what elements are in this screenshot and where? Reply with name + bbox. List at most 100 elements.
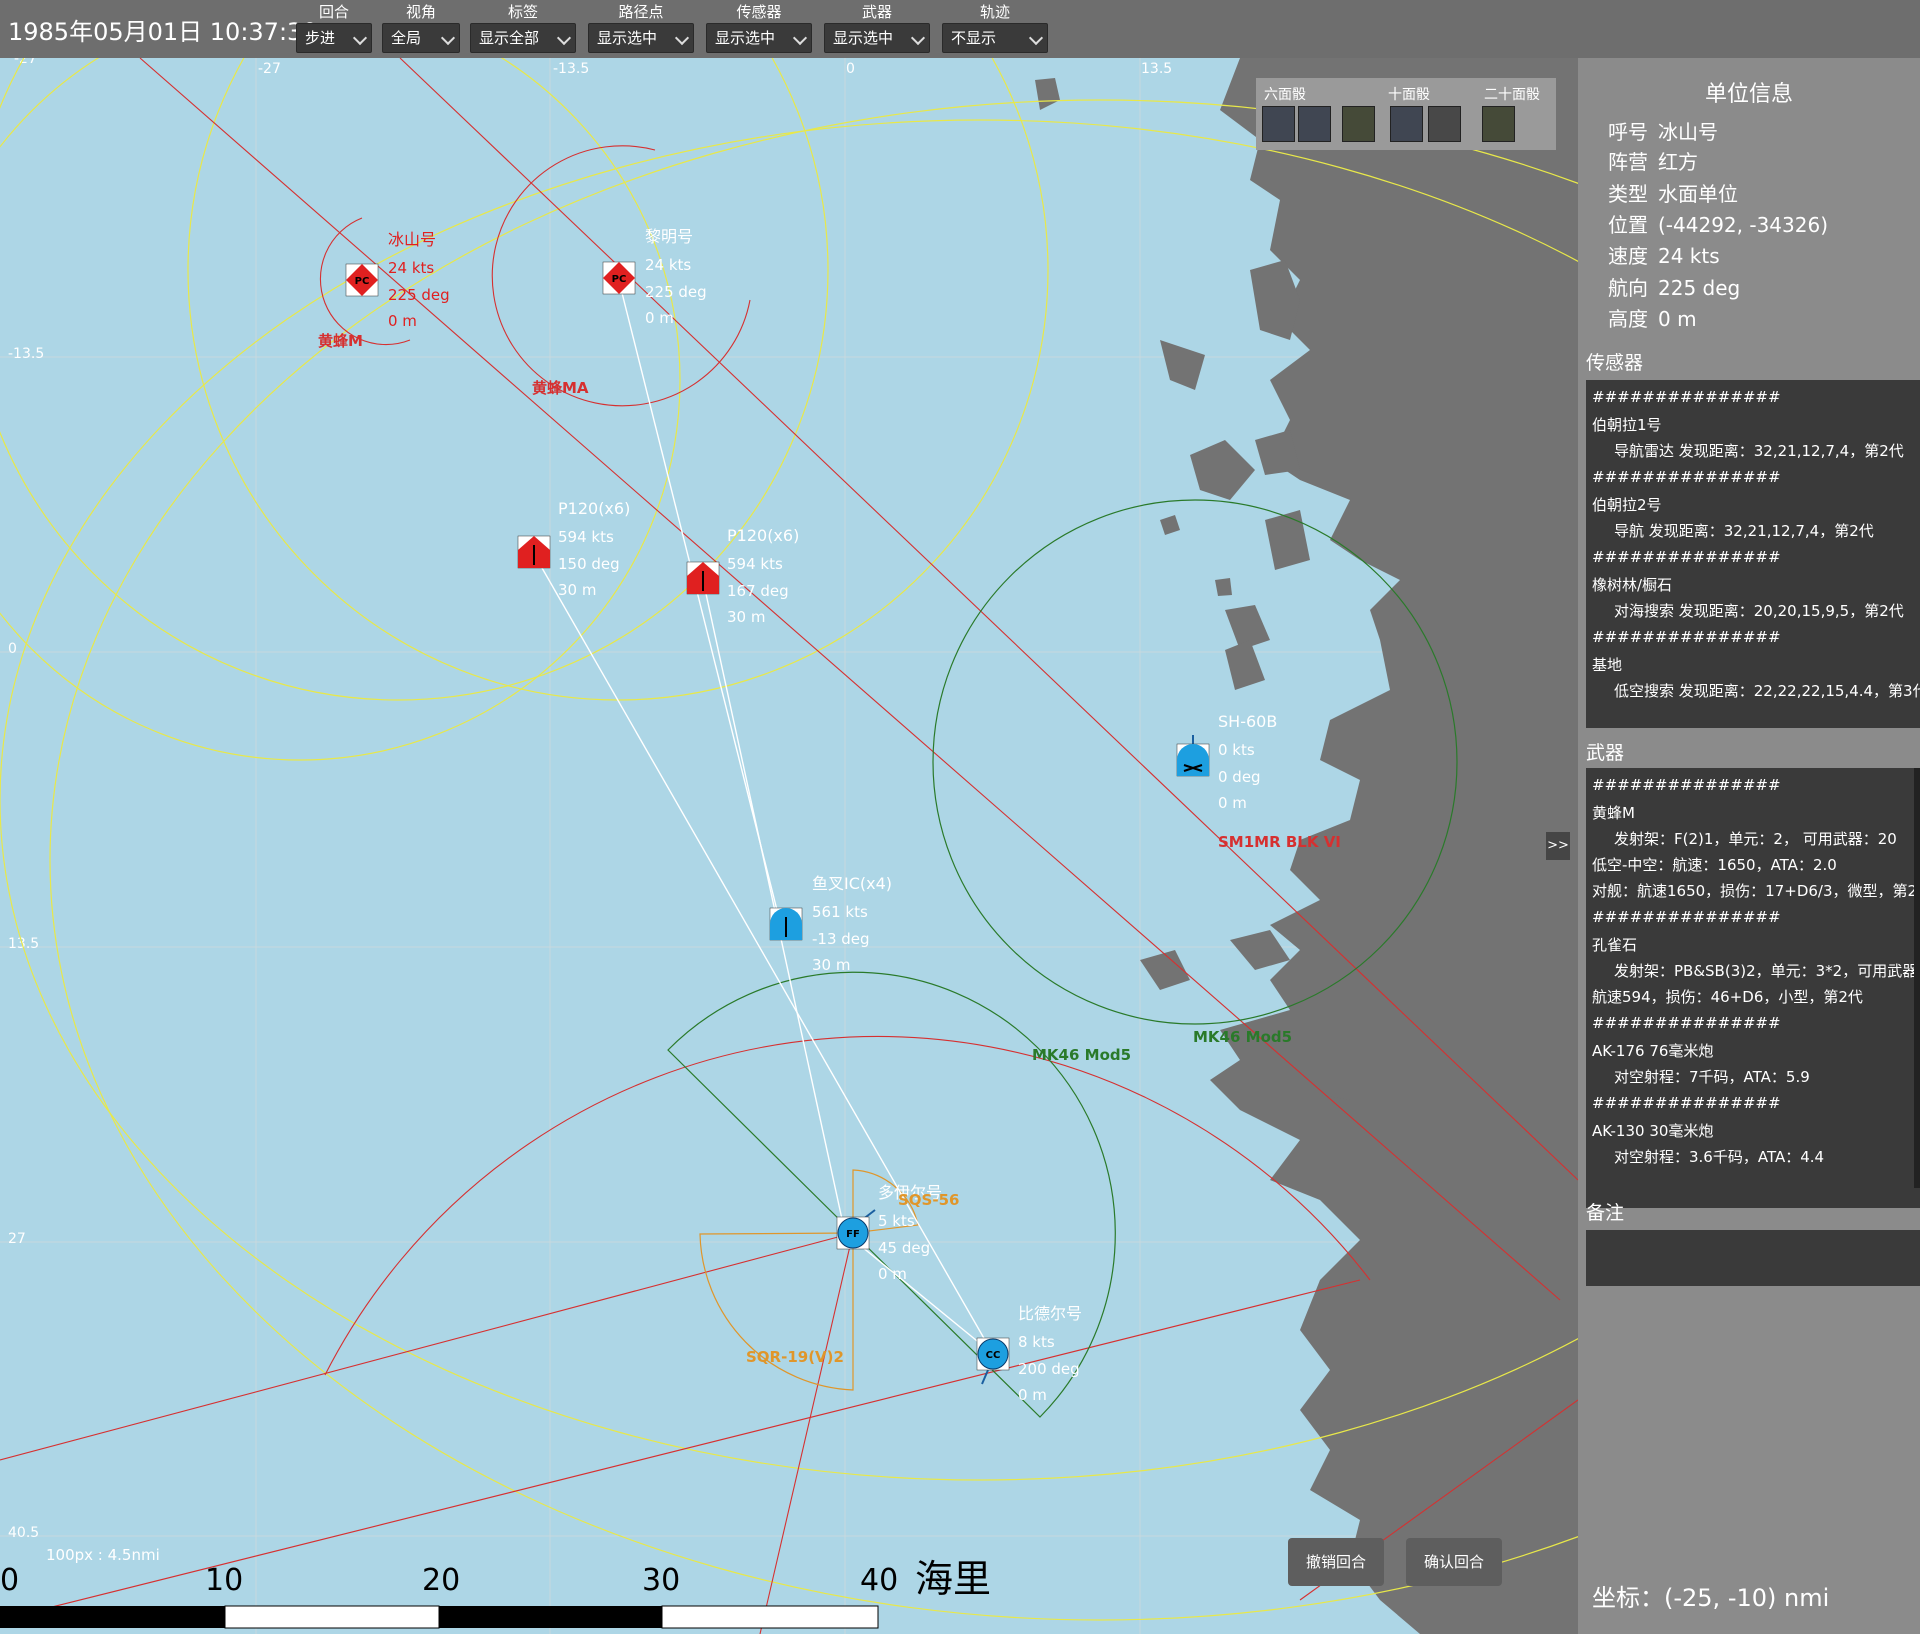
axis-label-top: -13.5 xyxy=(553,61,589,77)
info-row-side: 阵营 红方 xyxy=(1608,146,1698,175)
turn-label: 回合 xyxy=(318,3,349,21)
d10-die[interactable] xyxy=(1390,106,1423,142)
weapons-select[interactable]: 显示选中 xyxy=(824,23,930,53)
info-value: 红方 xyxy=(1658,150,1698,174)
tracks-select[interactable]: 不显示 xyxy=(942,23,1048,53)
waypoints-label: 路径点 xyxy=(618,3,664,21)
sonar-range-label: MK46 Mod5 xyxy=(1193,1028,1292,1046)
sensor-line: 基地 xyxy=(1592,656,1623,674)
d6-die[interactable] xyxy=(1262,106,1295,142)
sensor-line: ############### xyxy=(1592,548,1781,566)
sensors-section-title: 传感器 xyxy=(1586,352,1644,374)
unit-biddle[interactable]: CC xyxy=(976,1337,1010,1385)
unit-sh60b[interactable] xyxy=(1176,735,1210,777)
d6-die[interactable] xyxy=(1342,106,1375,142)
unit-altitude-label: 0 m xyxy=(1218,794,1247,812)
weapon-range-label: 黄蜂MA xyxy=(532,379,589,397)
axis-label-top: -27 xyxy=(14,58,37,67)
unit-heading-label: 167 deg xyxy=(727,582,789,600)
simulation-datetime: 1985年05月01日 10:37:30 xyxy=(8,18,318,46)
unit-heading-label: 0 deg xyxy=(1218,768,1261,786)
unit-altitude-label: 0 m xyxy=(388,312,417,330)
d20-die[interactable] xyxy=(1482,106,1515,142)
axis-label-top: -27 xyxy=(258,61,281,77)
weapon-line: AK-130 30毫米炮 xyxy=(1592,1122,1714,1140)
turn-select[interactable]: 步进 xyxy=(296,23,372,53)
weapon-line: 低空-中空：航速：1650，ATA：2.0 xyxy=(1592,856,1837,874)
unit-heading-label: 45 deg xyxy=(878,1239,930,1257)
chevron-down-icon xyxy=(440,30,456,46)
chevron-down-icon xyxy=(792,30,808,46)
axis-label-top: 0 xyxy=(846,61,855,77)
weapon-line: ############### xyxy=(1592,1014,1781,1032)
weapon-range-label: SM1MR BLK VI xyxy=(1218,833,1341,851)
d20-label: 二十面骰 xyxy=(1484,87,1540,103)
info-key: 航向 xyxy=(1608,276,1648,300)
scale-ratio-text: 100px : 4.5nmi xyxy=(46,1546,160,1564)
unit-doyle[interactable]: FF xyxy=(836,1209,876,1250)
unit-p120-b[interactable] xyxy=(686,561,720,595)
unit-altitude-label: 0 m xyxy=(878,1265,907,1283)
unit-name-label: 黎明号 xyxy=(645,227,693,246)
cursor-coordinate-readout: 坐标：(-25, -10) nmi xyxy=(1592,1584,1830,1612)
notes-field[interactable] xyxy=(1586,1230,1920,1286)
weapon-line: 对舰：航速1650，损伤：17+D6/3，微型，第2 xyxy=(1592,882,1918,900)
unit-heading-label: -13 deg xyxy=(812,930,870,948)
unit-liming[interactable]: PC xyxy=(602,261,636,295)
unit-name-label: SH-60B xyxy=(1218,712,1277,731)
unit-harpoon[interactable] xyxy=(769,907,803,941)
unit-p120-a[interactable] xyxy=(517,535,551,569)
sensor-line: 橡树林/橱石 xyxy=(1592,576,1673,594)
unit-name-label: P120(x6) xyxy=(558,499,630,518)
labels-value: 显示全部 xyxy=(479,29,540,47)
sensors-list[interactable]: ############### 伯朝拉1号 导航雷达 发现距离：32,21,12… xyxy=(1586,380,1920,728)
scale-bar: 100px : 4.5nmi 0 10 20 30 40 海里 xyxy=(0,1546,991,1629)
scale-unit-label: 海里 xyxy=(915,1557,991,1601)
scale-tick-label: 10 xyxy=(205,1563,243,1598)
confirm-turn-button[interactable]: 确认回合 xyxy=(1406,1538,1502,1586)
info-value: 225 deg xyxy=(1658,276,1741,300)
info-key: 速度 xyxy=(1608,244,1648,268)
weapon-line: 航速594，损伤：46+D6，小型，第2代 xyxy=(1592,988,1863,1006)
weapons-scrollbar[interactable] xyxy=(1914,768,1920,1188)
map-canvas[interactable]: -27 -27 -13.5 0 13.5 27 -13.5 0 13.5 27 … xyxy=(0,58,1578,1634)
dice-panel: 六面骰 十面骰 二十面骰 xyxy=(1256,78,1556,150)
unit-altitude-label: 0 m xyxy=(1018,1386,1047,1404)
view-select[interactable]: 全局 xyxy=(382,23,460,53)
d6-die[interactable] xyxy=(1298,106,1331,142)
sonar-range-label: SQR-19(V)2 xyxy=(746,1348,844,1366)
unit-heading-label: 150 deg xyxy=(558,555,620,573)
unit-heading-label: 200 deg xyxy=(1018,1360,1080,1378)
info-value: 水面单位 xyxy=(1658,182,1738,206)
unit-speed-label: 24 kts xyxy=(645,256,691,274)
info-value: 0 m xyxy=(1658,307,1697,331)
info-key: 高度 xyxy=(1608,307,1648,331)
waypoints-select[interactable]: 显示选中 xyxy=(588,23,694,53)
svg-text:PC: PC xyxy=(612,274,627,285)
panel-title: 单位信息 xyxy=(1704,82,1793,107)
unit-speed-label: 24 kts xyxy=(388,259,434,277)
view-label: 视角 xyxy=(405,3,436,21)
expand-panel-button[interactable]: >> xyxy=(1546,832,1570,860)
weapon-line: 黄蜂M xyxy=(1592,804,1635,822)
unit-bingshan[interactable]: PC xyxy=(345,263,379,297)
sensor-line: 低空搜索 发现距离：22,22,22,15,4.4，第3代 xyxy=(1614,682,1920,700)
scale-tick-label: 0 xyxy=(0,1563,19,1598)
weapon-line: ############### xyxy=(1592,1094,1781,1112)
chevron-down-icon xyxy=(910,30,926,46)
weapon-line: 发射架：PB&SB(3)2，单元：3*2，可用武器 xyxy=(1614,962,1918,980)
labels-select[interactable]: 显示全部 xyxy=(470,23,576,53)
d10-die[interactable] xyxy=(1428,106,1461,142)
info-value: 24 kts xyxy=(1658,244,1720,268)
weapons-label: 武器 xyxy=(861,3,892,21)
info-row-type: 类型 水面单位 xyxy=(1608,178,1738,207)
unit-speed-label: 5 kts xyxy=(878,1212,915,1230)
sensors-select[interactable]: 显示选中 xyxy=(706,23,812,53)
d6-label: 六面骰 xyxy=(1264,87,1306,103)
unit-speed-label: 0 kts xyxy=(1218,741,1255,759)
undo-turn-button[interactable]: 撤销回合 xyxy=(1288,1538,1384,1586)
tactical-map[interactable]: -27 -27 -13.5 0 13.5 27 -13.5 0 13.5 27 … xyxy=(0,58,1578,1634)
unit-speed-label: 561 kts xyxy=(812,903,868,921)
weapons-list[interactable]: ############### 黄蜂M 发射架：F(2)1，单元：2， 可用武器… xyxy=(1586,768,1920,1208)
unit-name-label: 比德尔号 xyxy=(1018,1304,1082,1323)
